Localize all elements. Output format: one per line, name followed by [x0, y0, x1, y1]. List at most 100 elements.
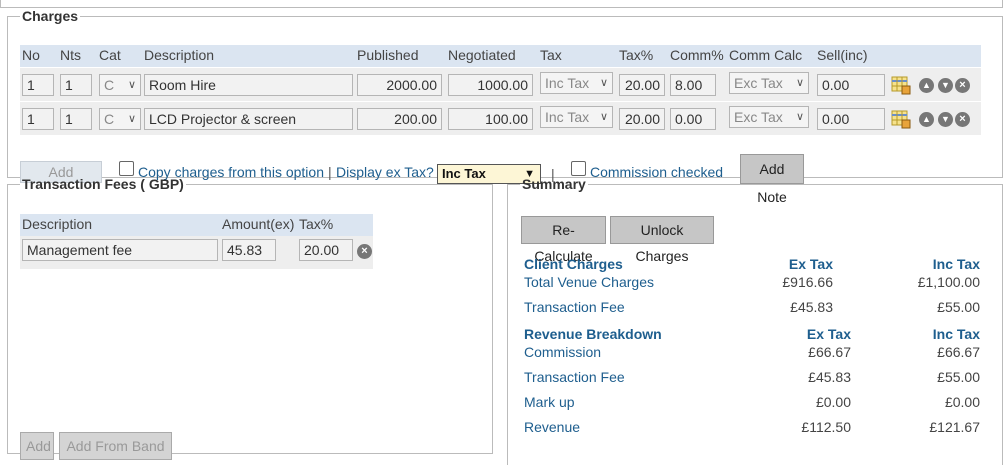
fee-amount-input[interactable]: 45.83 [222, 239, 276, 261]
delete-icon[interactable]: × [357, 244, 372, 259]
fee-row: Management fee 45.83 20.00 × [20, 236, 373, 269]
col-comm-calc: Comm Calc [729, 47, 803, 63]
charge-tax-select[interactable]: Inc Tax ∨ [540, 106, 613, 128]
charge-comm-pct-input[interactable]: 8.00 [670, 74, 716, 96]
charge-published-input[interactable]: 2000.00 [357, 74, 442, 96]
fee-tax-pct-input[interactable]: 20.00 [299, 239, 353, 261]
commission-label: Commission [524, 344, 602, 360]
revenue-ex: £112.50 [801, 419, 851, 435]
total-venue-charges-ex: £916.66 [782, 274, 833, 290]
move-up-icon[interactable]: ▲ [919, 112, 934, 127]
charges-panel: Charges No Nts Cat Description Published… [7, 8, 1003, 205]
col-tax: Tax [540, 47, 562, 63]
charge-comm-calc-value: Exc Tax [734, 109, 783, 125]
revenue-transaction-fee-inc: £55.00 [937, 369, 980, 385]
move-up-icon[interactable]: ▲ [919, 78, 934, 93]
copy-charges-checkbox[interactable] [119, 161, 134, 176]
fees-legend: Transaction Fees ( GBP) [22, 176, 184, 192]
revenue-label: Revenue [524, 419, 581, 435]
col-cat: Cat [99, 47, 121, 63]
charge-comm-calc-value: Exc Tax [734, 75, 783, 91]
revenue-transaction-fee-ex: £45.83 [808, 369, 851, 385]
charge-row: 1 1 C ∨ LCD Projector & screen 200.00 100… [20, 102, 981, 135]
charge-nts-input[interactable]: 1 [60, 108, 92, 130]
chevron-down-icon: ∨ [127, 113, 136, 125]
charge-row: 1 1 C ∨ Room Hire 2000.00 1000.00 Inc Tax… [20, 68, 981, 101]
col-comm-pct: Comm% [670, 47, 724, 63]
col-negotiated: Negotiated [448, 47, 516, 63]
col-sell-inc: Sell(inc) [817, 47, 868, 63]
col-nts: Nts [60, 47, 81, 63]
charge-cat-value: C [104, 77, 115, 93]
mark-up-inc: £0.00 [944, 394, 980, 410]
client-charges-heading: Client Charges [524, 256, 623, 272]
charge-tax-pct-input[interactable]: 20.00 [619, 74, 665, 96]
chevron-down-icon: ∨ [127, 79, 136, 91]
charge-sell-inc-input[interactable]: 0.00 [817, 108, 885, 130]
charge-no-input[interactable]: 1 [22, 108, 54, 130]
move-down-icon[interactable]: ▼ [938, 78, 953, 93]
charge-description-input[interactable]: Room Hire [144, 74, 353, 96]
total-venue-charges-label: Total Venue Charges [524, 274, 654, 290]
move-down-icon[interactable]: ▼ [938, 112, 953, 127]
revenue-breakdown-heading: Revenue Breakdown [524, 326, 662, 342]
charge-tax-select[interactable]: Inc Tax ∨ [540, 72, 613, 94]
recalculate-button[interactable]: Re-Calculate [521, 216, 606, 264]
charge-cat-select[interactable]: C ∨ [99, 74, 141, 96]
mark-up-label: Mark up [524, 394, 575, 410]
unlock-charges-button[interactable]: Unlock Charges [610, 216, 714, 264]
col-fee-tax-pct: Tax% [299, 216, 334, 232]
charge-nts-input[interactable]: 1 [60, 74, 92, 96]
chevron-down-icon: ∨ [795, 77, 804, 89]
charge-description-input[interactable]: LCD Projector & screen [144, 108, 353, 130]
top-panel-border [0, 0, 1003, 8]
client-transaction-fee-label: Transaction Fee [524, 299, 625, 315]
client-ex-tax-heading: Ex Tax [788, 256, 833, 272]
charge-tax-pct-input[interactable]: 20.00 [619, 108, 665, 130]
charge-published-input[interactable]: 200.00 [357, 108, 442, 130]
charge-comm-pct-input[interactable]: 0.00 [670, 108, 716, 130]
revenue-transaction-fee-label: Transaction Fee [524, 369, 625, 385]
edit-table-icon[interactable] [891, 75, 911, 95]
charge-sell-inc-input[interactable]: 0.00 [817, 74, 885, 96]
chevron-down-icon: ∨ [599, 111, 608, 123]
charge-negotiated-input[interactable]: 100.00 [448, 108, 533, 130]
summary-legend: Summary [522, 176, 586, 192]
col-no: No [22, 47, 40, 63]
col-description: Description [144, 47, 215, 63]
charge-comm-calc-select[interactable]: Exc Tax ∨ [729, 72, 809, 94]
revenue-inc-tax-heading: Inc Tax [932, 326, 980, 342]
col-fee-amount: Amount(ex) [222, 216, 295, 232]
delete-icon[interactable]: × [955, 78, 970, 93]
mark-up-ex: £0.00 [815, 394, 851, 410]
add-fee-button[interactable]: Add [20, 432, 54, 460]
total-venue-charges-inc: £1,100.00 [917, 274, 980, 290]
client-transaction-fee-inc: £55.00 [937, 299, 980, 315]
fees-header-row: Description Amount(ex) Tax% [20, 214, 373, 236]
chevron-down-icon: ∨ [795, 111, 804, 123]
commission-ex: £66.67 [808, 344, 851, 360]
revenue-ex-tax-heading: Ex Tax [806, 326, 851, 342]
commission-inc: £66.67 [937, 344, 980, 360]
summary-panel: Summary Re-Calculate Unlock Charges Clie… [507, 176, 1003, 465]
charge-tax-value: Inc Tax [545, 109, 590, 125]
charge-tax-value: Inc Tax [545, 75, 590, 91]
revenue-inc: £121.67 [929, 419, 980, 435]
charge-negotiated-input[interactable]: 1000.00 [448, 74, 533, 96]
charges-header-row: No Nts Cat Description Published Negotia… [20, 45, 981, 67]
delete-icon[interactable]: × [955, 112, 970, 127]
fee-description-input[interactable]: Management fee [22, 239, 218, 261]
transaction-fees-panel: Transaction Fees ( GBP) Description Amou… [7, 176, 493, 460]
col-tax-pct: Tax% [619, 47, 654, 63]
edit-table-icon[interactable] [891, 109, 911, 129]
charges-legend: Charges [22, 8, 79, 24]
charge-cat-select[interactable]: C ∨ [99, 108, 141, 130]
charge-comm-calc-select[interactable]: Exc Tax ∨ [729, 106, 809, 128]
commission-checked-checkbox[interactable] [571, 161, 586, 176]
add-from-band-button[interactable]: Add From Band [59, 432, 172, 460]
client-inc-tax-heading: Inc Tax [932, 256, 980, 272]
charge-cat-value: C [104, 111, 115, 127]
col-fee-description: Description [22, 216, 93, 232]
charge-no-input[interactable]: 1 [22, 74, 54, 96]
col-published: Published [357, 47, 419, 63]
